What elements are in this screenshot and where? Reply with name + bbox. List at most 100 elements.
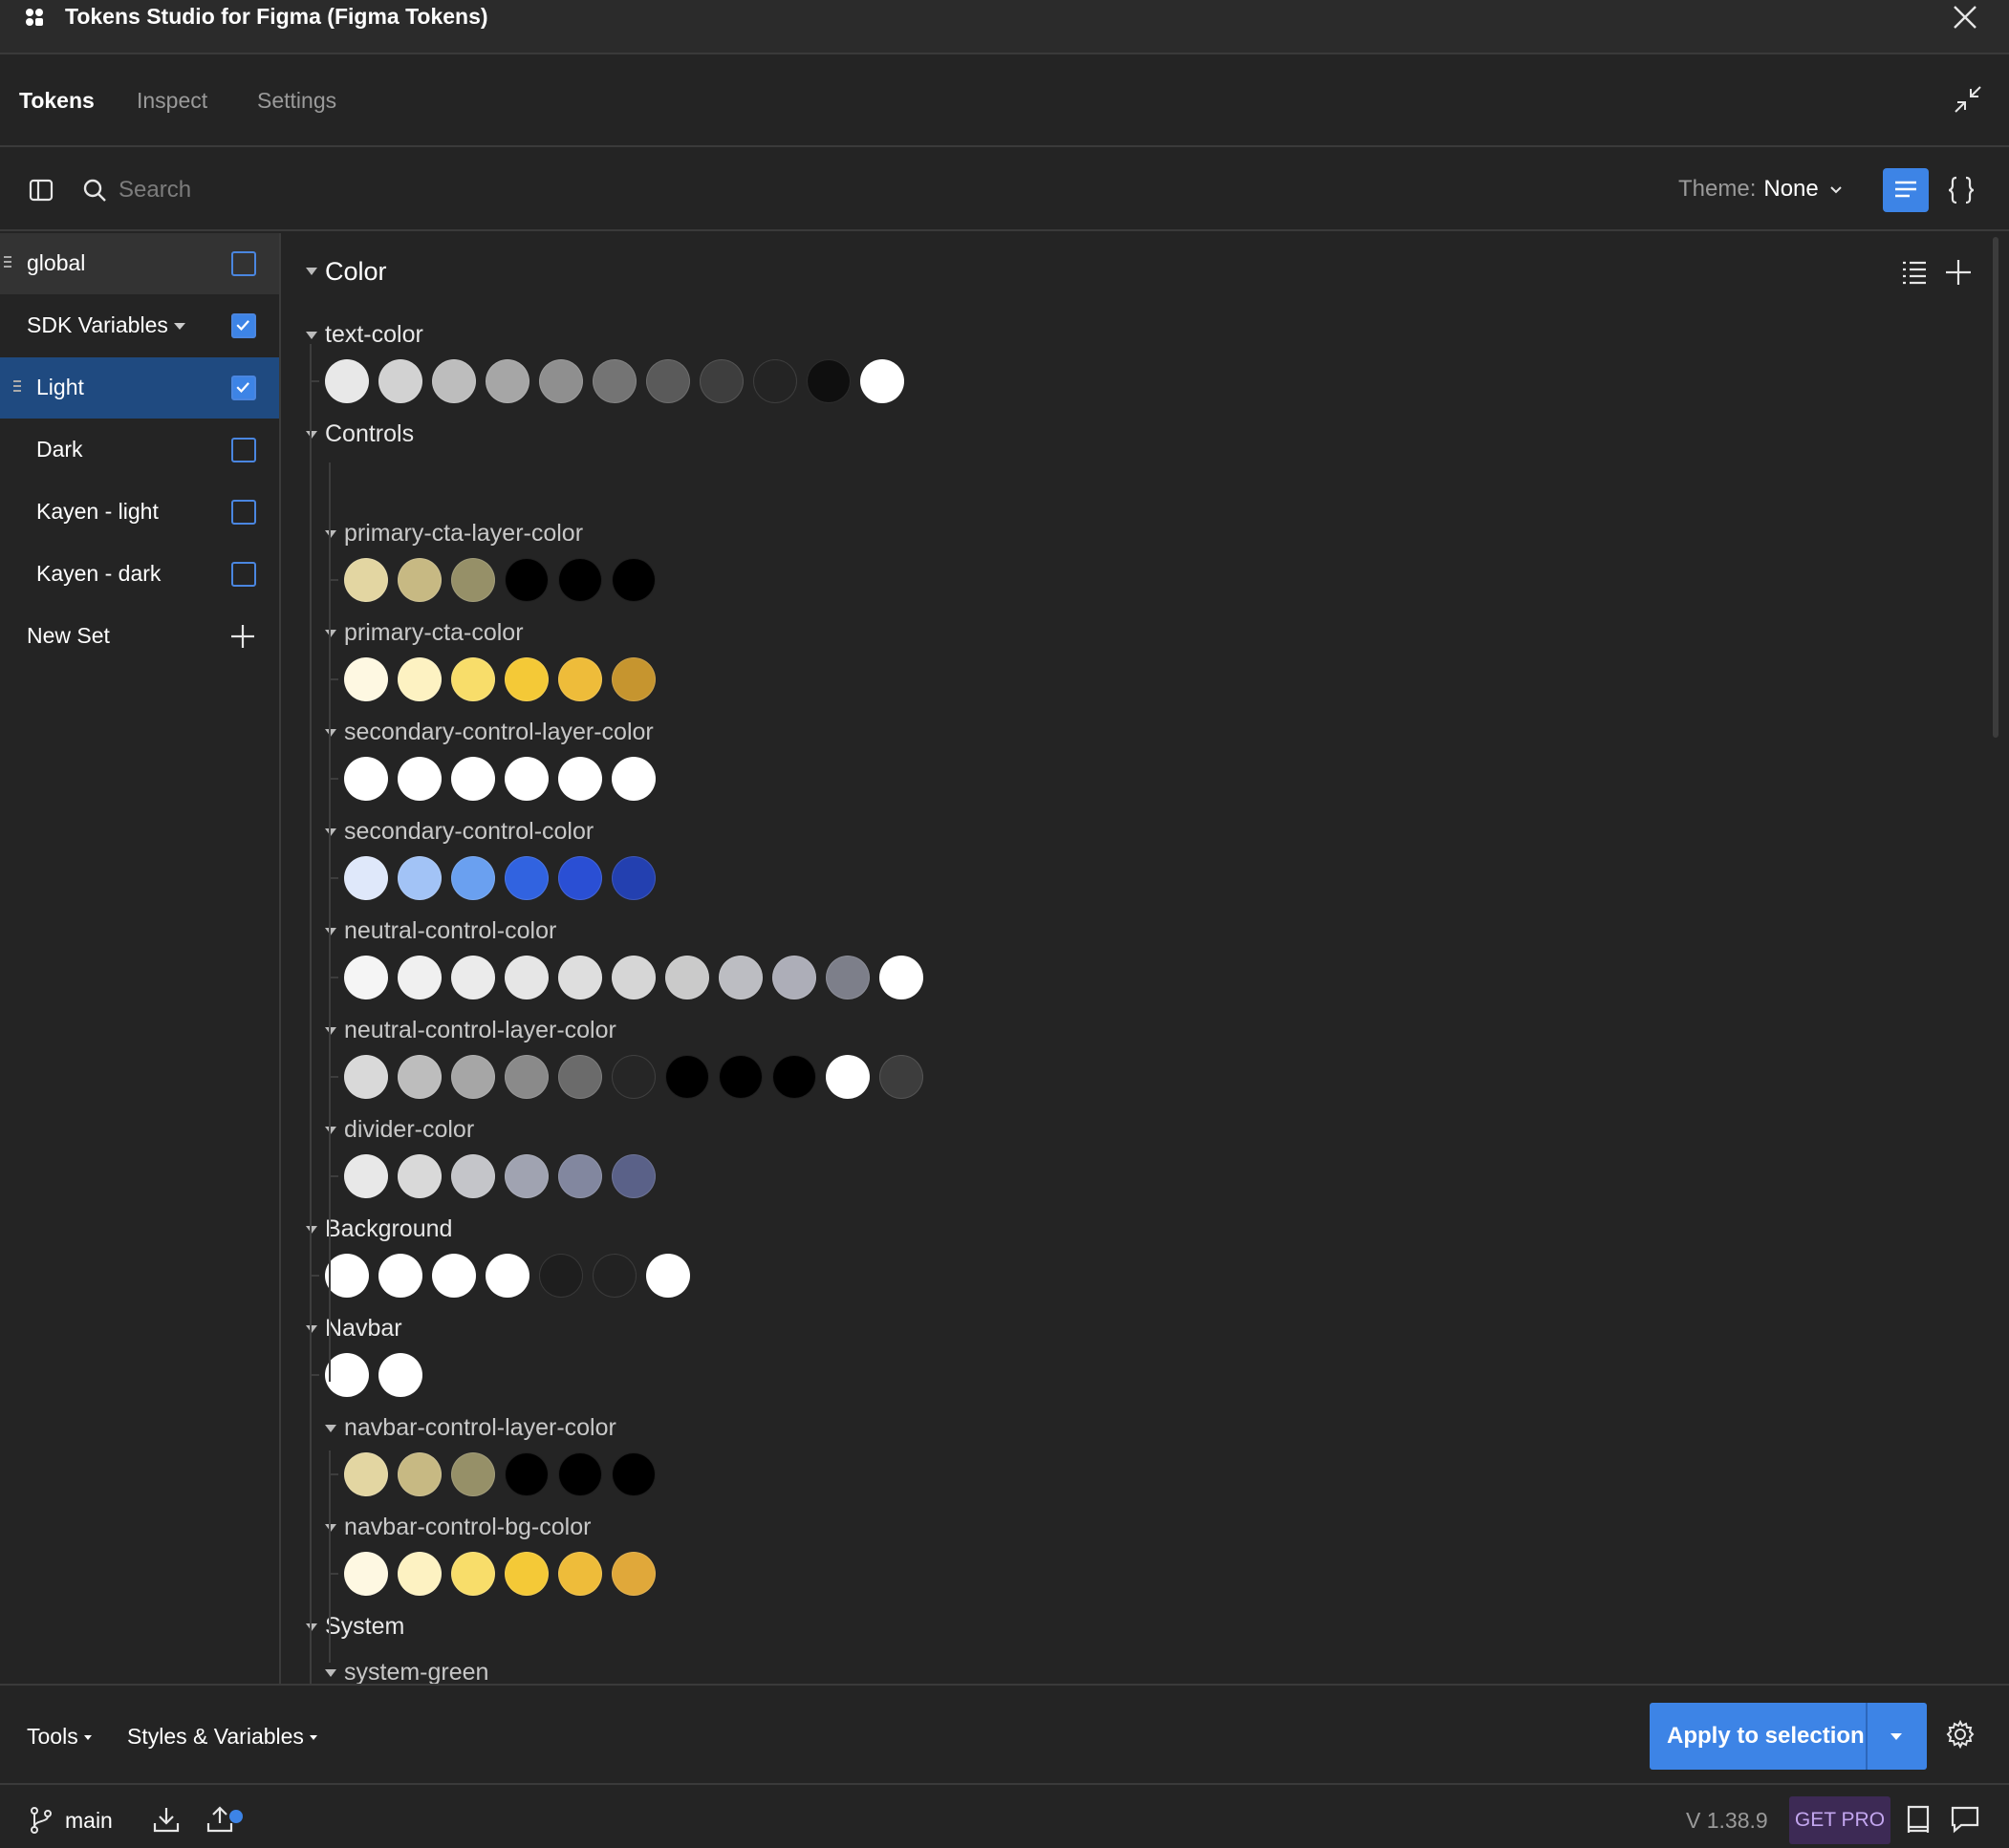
color-token-swatch[interactable] xyxy=(665,1055,709,1099)
tab-settings[interactable]: Settings xyxy=(257,88,336,114)
list-view-icon[interactable] xyxy=(1900,258,1929,287)
color-token-swatch[interactable] xyxy=(451,1452,495,1496)
color-token-swatch[interactable] xyxy=(612,956,656,999)
plus-icon[interactable] xyxy=(229,623,256,650)
color-token-swatch[interactable] xyxy=(505,856,549,900)
color-token-swatch[interactable] xyxy=(558,956,602,999)
color-token-swatch[interactable] xyxy=(612,1552,656,1596)
color-token-swatch[interactable] xyxy=(612,1154,656,1198)
color-token-swatch[interactable] xyxy=(344,558,388,602)
collapse-caret-icon[interactable] xyxy=(325,729,336,737)
group-title-divider-color[interactable]: divider-color xyxy=(344,1116,474,1144)
scrollbar[interactable] xyxy=(1993,237,1998,738)
feedback-icon[interactable] xyxy=(1950,1804,1980,1835)
color-token-swatch[interactable] xyxy=(398,558,442,602)
color-token-swatch[interactable] xyxy=(451,1552,495,1596)
color-token-swatch[interactable] xyxy=(772,1055,816,1099)
color-token-swatch[interactable] xyxy=(398,1154,442,1198)
collapse-caret-icon[interactable] xyxy=(306,1325,317,1333)
group-title-system[interactable]: System xyxy=(325,1613,404,1641)
color-token-swatch[interactable] xyxy=(451,558,495,602)
apply-to-selection-button[interactable]: Apply to selection xyxy=(1650,1703,1927,1770)
color-token-swatch[interactable] xyxy=(612,757,656,801)
drag-handle-icon[interactable] xyxy=(13,380,21,396)
color-token-swatch[interactable] xyxy=(826,956,870,999)
color-token-swatch[interactable] xyxy=(451,657,495,701)
set-checkbox[interactable] xyxy=(231,500,256,525)
color-token-swatch[interactable] xyxy=(344,1452,388,1496)
color-token-swatch[interactable] xyxy=(451,856,495,900)
color-token-swatch[interactable] xyxy=(539,359,583,403)
color-token-swatch[interactable] xyxy=(879,956,923,999)
color-token-swatch[interactable] xyxy=(505,657,549,701)
group-title-neutral-control-layer-color[interactable]: neutral-control-layer-color xyxy=(344,1017,616,1044)
color-token-swatch[interactable] xyxy=(860,359,904,403)
color-token-swatch[interactable] xyxy=(505,757,549,801)
group-title-navbar-control-layer-color[interactable]: navbar-control-layer-color xyxy=(344,1414,616,1442)
color-token-swatch[interactable] xyxy=(807,359,851,403)
set-checkbox[interactable] xyxy=(231,313,256,338)
color-token-swatch[interactable] xyxy=(558,558,602,602)
color-token-swatch[interactable] xyxy=(325,359,369,403)
color-token-swatch[interactable] xyxy=(612,856,656,900)
color-token-swatch[interactable] xyxy=(451,1055,495,1099)
color-token-swatch[interactable] xyxy=(451,956,495,999)
get-pro-button[interactable]: GET PRO xyxy=(1789,1796,1890,1844)
color-token-swatch[interactable] xyxy=(612,558,656,602)
collapse-caret-icon[interactable] xyxy=(306,1226,317,1234)
color-token-swatch[interactable] xyxy=(505,1154,549,1198)
group-title-color[interactable]: Color xyxy=(325,257,387,287)
group-title-secondary-control-layer-color[interactable]: secondary-control-layer-color xyxy=(344,719,654,746)
collapse-caret-icon[interactable] xyxy=(325,1524,336,1532)
color-token-swatch[interactable] xyxy=(558,1552,602,1596)
color-token-swatch[interactable] xyxy=(378,1254,422,1298)
color-token-swatch[interactable] xyxy=(505,956,549,999)
group-title-text-color[interactable]: text-color xyxy=(325,321,423,349)
group-title-background[interactable]: Background xyxy=(325,1215,452,1243)
color-token-swatch[interactable] xyxy=(719,956,763,999)
color-token-swatch[interactable] xyxy=(505,1452,549,1496)
group-title-navbar-control-bg-color[interactable]: navbar-control-bg-color xyxy=(344,1514,591,1541)
collapse-caret-icon[interactable] xyxy=(325,928,336,935)
collapse-caret-icon[interactable] xyxy=(306,431,317,439)
set-checkbox[interactable] xyxy=(231,251,256,276)
color-token-swatch[interactable] xyxy=(344,657,388,701)
set-checkbox[interactable] xyxy=(231,562,256,587)
color-token-swatch[interactable] xyxy=(325,1254,369,1298)
json-view-icon[interactable] xyxy=(1942,168,1980,212)
set-item-kayen-light[interactable]: Kayen - light xyxy=(0,482,279,543)
color-token-swatch[interactable] xyxy=(558,856,602,900)
download-icon[interactable] xyxy=(151,1804,182,1835)
color-token-swatch[interactable] xyxy=(612,657,656,701)
collapse-caret-icon[interactable] xyxy=(325,1425,336,1432)
list-view-button[interactable] xyxy=(1883,168,1929,212)
caret-down-icon[interactable] xyxy=(1890,1733,1902,1740)
color-token-swatch[interactable] xyxy=(325,1353,369,1397)
branch-name[interactable]: main xyxy=(65,1808,113,1834)
color-token-swatch[interactable] xyxy=(539,1254,583,1298)
docs-icon[interactable] xyxy=(1904,1804,1933,1835)
color-token-swatch[interactable] xyxy=(558,1055,602,1099)
gear-icon[interactable] xyxy=(1946,1720,1975,1749)
collapse-caret-icon[interactable] xyxy=(325,630,336,637)
color-token-swatch[interactable] xyxy=(826,1055,870,1099)
set-checkbox[interactable] xyxy=(231,376,256,400)
group-title-controls[interactable]: Controls xyxy=(325,420,414,448)
color-token-swatch[interactable] xyxy=(879,1055,923,1099)
tab-tokens[interactable]: Tokens xyxy=(19,88,95,114)
tab-inspect[interactable]: Inspect xyxy=(137,88,207,114)
color-token-swatch[interactable] xyxy=(398,1452,442,1496)
color-token-swatch[interactable] xyxy=(344,1154,388,1198)
styles-variables-menu[interactable]: Styles & Variables xyxy=(127,1724,317,1750)
color-token-swatch[interactable] xyxy=(398,1552,442,1596)
theme-selector[interactable]: Theme: None xyxy=(1678,176,1844,203)
color-token-swatch[interactable] xyxy=(612,1452,656,1496)
collapse-caret-icon[interactable] xyxy=(325,1027,336,1035)
group-title-system-green[interactable]: system-green xyxy=(344,1659,488,1684)
collapse-caret-icon[interactable] xyxy=(306,1623,317,1631)
color-token-swatch[interactable] xyxy=(378,1353,422,1397)
set-item-global[interactable]: global xyxy=(0,233,279,294)
color-token-swatch[interactable] xyxy=(398,956,442,999)
group-title-primary-cta-color[interactable]: primary-cta-color xyxy=(344,619,524,647)
color-token-swatch[interactable] xyxy=(378,359,422,403)
